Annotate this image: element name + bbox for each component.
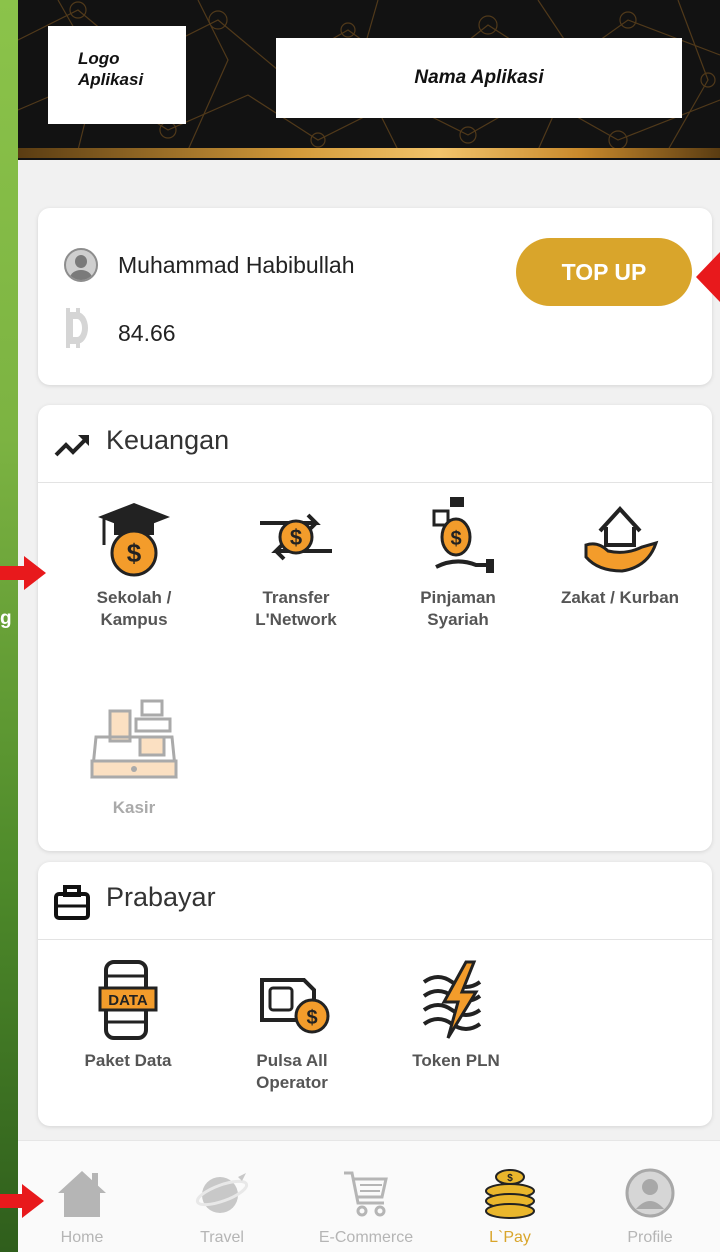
bottom-nav: Home Travel E-Commerce $ L`Pay Profile: [18, 1140, 720, 1252]
logo-text: Logo Aplikasi: [78, 49, 144, 89]
menu-zakat-kurban[interactable]: Zakat / Kurban: [540, 495, 700, 609]
sim-card-coin-icon: $: [260, 978, 330, 1034]
home-icon: [58, 1171, 106, 1217]
cart-icon: [344, 1171, 388, 1217]
keuangan-header: Keuangan: [38, 405, 712, 483]
prabayar-header: Prabayar: [38, 862, 712, 940]
travel-globe-icon: [195, 1173, 249, 1213]
nav-label: E-Commerce: [318, 1229, 414, 1246]
svg-text:DATA: DATA: [108, 992, 148, 1009]
nav-label: Home: [60, 1229, 104, 1246]
side-cut-text: g: [0, 608, 12, 629]
gold-divider: [18, 148, 720, 158]
annotation-arrow-icon: [0, 556, 46, 590]
menu-label: Zakat / Kurban: [560, 588, 680, 607]
menu-label: Sekolah / Kampus: [96, 588, 172, 629]
app-logo-placeholder: Logo Aplikasi: [48, 26, 186, 124]
menu-label: Transfer L'Network: [255, 588, 337, 629]
svg-text:$: $: [306, 1007, 317, 1029]
trending-up-icon: [54, 435, 89, 457]
svg-text:$: $: [127, 538, 142, 568]
prabayar-section: Prabayar DATA Paket Data $ Pulsa All Ope…: [38, 862, 712, 1126]
top-up-button[interactable]: TOP UP: [516, 238, 692, 306]
lightning-token-icon: [422, 960, 482, 1039]
balance-value: 84.66: [118, 320, 176, 346]
nav-label: Travel: [200, 1229, 244, 1246]
graduation-cap-coin-icon: $: [98, 503, 170, 577]
currency-d-icon: [66, 308, 88, 348]
app-header: Logo Aplikasi Nama Aplikasi: [18, 0, 720, 160]
user-balance-card: Muhammad Habibullah 84.66 TOP UP: [38, 208, 712, 385]
nav-lpay[interactable]: $ L`Pay: [440, 1141, 580, 1252]
menu-transfer-lnetwork[interactable]: $ Transfer L'Network: [216, 495, 376, 631]
house-hand-icon: [584, 506, 659, 573]
nav-ecommerce[interactable]: E-Commerce: [296, 1141, 436, 1252]
keuangan-title: Keuangan: [106, 425, 230, 455]
menu-pulsa-all-operator[interactable]: $ Pulsa All Operator: [212, 958, 372, 1094]
menu-label: Paket Data: [84, 1051, 172, 1070]
svg-text:$: $: [450, 528, 461, 550]
svg-text:$: $: [290, 525, 302, 550]
profile-icon: [625, 1168, 675, 1218]
nav-label: L`Pay: [489, 1229, 531, 1246]
phone-screen: Logo Aplikasi Nama Aplikasi Muhammad Hab…: [18, 0, 720, 1252]
coins-stack-icon: $: [485, 1169, 535, 1219]
nav-label: Profile: [627, 1229, 673, 1246]
loan-hand-icon: $: [432, 497, 494, 573]
menu-label: Token PLN: [412, 1051, 500, 1070]
phone-data-icon: DATA: [98, 960, 158, 1040]
menu-sekolah-kampus[interactable]: $ Sekolah / Kampus: [54, 495, 214, 631]
menu-label: Pulsa All Operator: [256, 1051, 328, 1092]
briefcase-icon: [54, 885, 90, 920]
menu-label: Kasir: [112, 798, 156, 817]
menu-label: Pinjaman Syariah: [420, 588, 496, 629]
prabayar-title: Prabayar: [106, 882, 216, 912]
keuangan-section: Keuangan $ Sekolah / Kampus $ Transfer L…: [38, 405, 712, 851]
transfer-coin-icon: $: [260, 513, 332, 561]
nav-travel[interactable]: Travel: [152, 1141, 292, 1252]
user-avatar-icon: [64, 248, 98, 282]
menu-kasir[interactable]: Kasir: [54, 697, 214, 819]
user-name: Muhammad Habibullah: [118, 252, 355, 278]
menu-paket-data[interactable]: DATA Paket Data: [48, 958, 208, 1072]
annotation-arrow-icon: [0, 1184, 44, 1218]
menu-token-pln[interactable]: Token PLN: [376, 958, 536, 1072]
app-name-box: Nama Aplikasi: [276, 38, 682, 118]
menu-pinjaman-syariah[interactable]: $ Pinjaman Syariah: [378, 495, 538, 631]
app-name: Nama Aplikasi: [414, 67, 544, 88]
nav-profile[interactable]: Profile: [580, 1141, 720, 1252]
cash-register-icon: [90, 699, 178, 779]
svg-text:$: $: [507, 1173, 513, 1184]
annotation-arrow-icon: [696, 252, 720, 302]
